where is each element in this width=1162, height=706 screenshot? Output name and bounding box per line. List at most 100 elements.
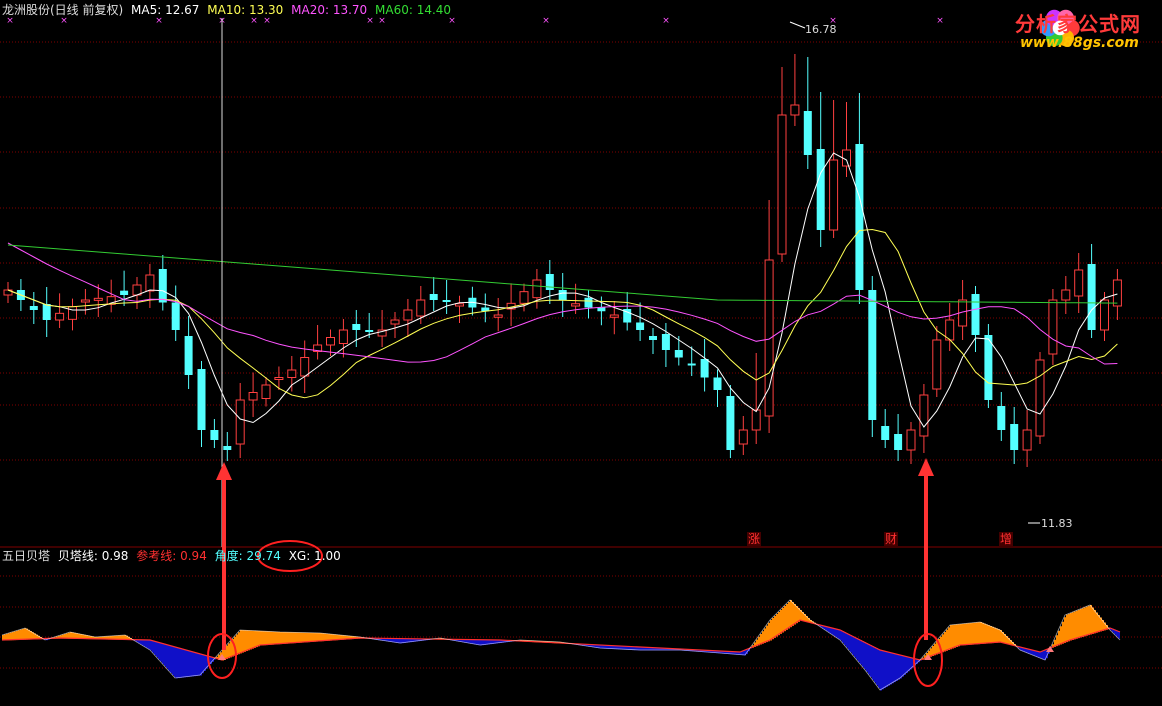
area-slice xyxy=(1096,612,1098,633)
area-slice xyxy=(304,632,306,643)
area-slice xyxy=(172,646,174,676)
candle-body-down xyxy=(210,430,219,440)
candle-body-down xyxy=(971,294,980,335)
angle-value: 角度: 29.74 xyxy=(214,549,281,563)
event-marker-icon: × xyxy=(366,16,374,26)
area-slice xyxy=(148,639,150,650)
area-slice xyxy=(1070,613,1072,641)
chart-canvas[interactable]: ×××××××××××××16.7811.83 xyxy=(0,0,1162,703)
area-slice xyxy=(292,632,294,644)
main-chart-header: 龙洲股份(日线 前复权) MA5: 12.67 MA10: 13.30 MA20… xyxy=(2,3,455,17)
flag-cai[interactable]: 财 xyxy=(884,532,899,546)
candle-body-down xyxy=(1010,424,1019,450)
area-slice xyxy=(1058,630,1060,646)
area-slice xyxy=(844,632,846,646)
candle-body-down xyxy=(649,336,657,340)
candle-body-up xyxy=(1022,429,1032,451)
candle-body-down xyxy=(868,290,877,420)
area-slice xyxy=(876,648,878,686)
area-slice xyxy=(1094,610,1096,634)
xg-value: XG: 1.00 xyxy=(288,549,341,563)
event-marker-icon: × xyxy=(250,16,258,26)
area-slice xyxy=(980,622,982,644)
candle-body-up xyxy=(932,339,942,390)
area-slice xyxy=(1060,626,1062,645)
area-slice xyxy=(176,647,178,679)
area-slice xyxy=(792,602,794,626)
event-marker-icon: × xyxy=(263,16,271,26)
area-slice xyxy=(1042,651,1044,660)
area-slice xyxy=(880,650,882,691)
event-markers: ××××××××××××× xyxy=(6,16,944,26)
area-slice xyxy=(848,634,850,651)
area-slice xyxy=(776,614,778,637)
candle-body-down xyxy=(984,335,993,400)
area-slice xyxy=(262,631,264,646)
candle-body-down xyxy=(171,302,180,330)
flag-zeng[interactable]: 增 xyxy=(999,532,1014,546)
candle-body-down xyxy=(120,290,129,295)
area-slice xyxy=(302,632,304,643)
stock-title: 龙洲股份(日线 前复权) xyxy=(2,3,124,17)
area-slice xyxy=(956,624,958,647)
candle-body-up xyxy=(1035,359,1045,437)
area-slice xyxy=(164,643,166,667)
area-slice xyxy=(244,630,246,652)
candle-body-down xyxy=(365,330,374,332)
area-slice xyxy=(278,631,280,645)
area-slice xyxy=(996,628,998,643)
candle-body-up xyxy=(390,319,400,325)
area-slice xyxy=(18,630,20,640)
area-slice xyxy=(1086,606,1088,636)
candle-body-up xyxy=(738,429,748,445)
area-slice xyxy=(842,631,844,643)
area-slice xyxy=(314,632,316,642)
area-slice xyxy=(1082,608,1084,637)
candle-body-down xyxy=(674,350,683,358)
area-slice xyxy=(258,630,260,647)
candle-body-up xyxy=(235,399,245,445)
area-slice xyxy=(14,631,16,641)
area-slice xyxy=(264,631,266,646)
area-slice xyxy=(16,630,18,641)
chart-svg[interactable]: ×××××××××××××16.7811.83 xyxy=(0,0,1162,703)
area-slice xyxy=(170,645,172,673)
area-slice xyxy=(990,626,992,644)
area-slice xyxy=(878,649,880,688)
area-slice xyxy=(950,625,952,650)
area-slice xyxy=(260,631,262,646)
area-slice xyxy=(1084,607,1086,637)
area-slice xyxy=(1092,607,1094,634)
area-slice xyxy=(954,624,956,648)
reference-line-value: 参考线: 0.94 xyxy=(136,549,207,563)
area-slice xyxy=(282,632,284,644)
candle-body-up xyxy=(68,306,77,320)
area-slice xyxy=(160,642,162,662)
event-marker-icon: × xyxy=(60,16,68,26)
candle-body-up xyxy=(777,114,787,255)
area-slice xyxy=(834,628,836,637)
candle-body-down xyxy=(584,297,593,308)
area-slice xyxy=(228,643,230,659)
area-slice xyxy=(976,622,978,645)
signal-arrow-head-icon xyxy=(918,458,934,476)
area-slice xyxy=(280,632,282,645)
area-slice xyxy=(178,647,180,679)
candle-body-down xyxy=(661,334,670,350)
area-slice xyxy=(862,641,864,667)
area-slice xyxy=(250,630,252,650)
candle-body-up xyxy=(300,357,310,377)
area-slice xyxy=(874,647,876,683)
flag-zhang[interactable]: 涨 xyxy=(747,532,762,546)
area-slice xyxy=(780,610,782,634)
area-slice xyxy=(866,643,868,672)
logo-title: 分析家公式网 xyxy=(1015,12,1141,36)
area-slice xyxy=(790,600,792,628)
candle-body-up xyxy=(790,104,800,116)
area-slice xyxy=(188,650,190,677)
candle-body-down xyxy=(687,363,696,366)
area-slice xyxy=(840,630,842,641)
area-slice xyxy=(836,629,838,638)
area-slice xyxy=(786,604,788,630)
candle-body-up xyxy=(919,394,929,437)
